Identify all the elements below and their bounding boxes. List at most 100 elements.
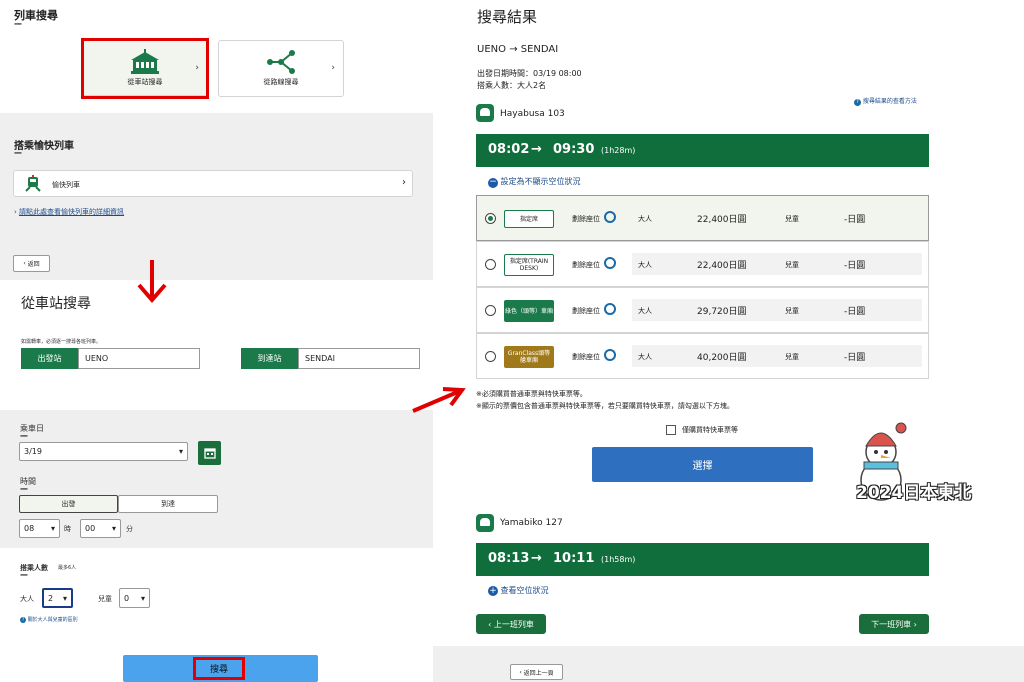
adult-price: 29,720日圓 <box>697 307 747 317</box>
limited-title: 搭乘愉快列車 <box>14 141 74 152</box>
chevron-down-icon: ▾ <box>178 447 183 456</box>
train1-name: Hayabusa 103 <box>500 109 565 119</box>
limited-title-dash: --- <box>14 148 22 157</box>
seat-available-icon[interactable] <box>604 349 616 361</box>
train2-duration: (1h58m) <box>601 555 636 564</box>
train2-time-bar: 08:13 → 10:11 (1h58m) <box>476 543 929 576</box>
seat-available-icon[interactable] <box>604 303 616 315</box>
watermark-text: 2024日本東北 <box>856 483 972 503</box>
child-price: -日圓 <box>844 261 866 271</box>
select-button[interactable]: 選擇 <box>592 447 813 482</box>
fare-row[interactable]: 指定席(TRAIN DESK) 劃餘座位 大人 22,400日圓 兒童 -日圓 <box>476 241 929 287</box>
fare-row[interactable]: GranClass頭等艙車廂 劃餘座位 大人 40,200日圓 兒童 -日圓 <box>476 333 929 379</box>
train-search-section: 列車搜尋 --- 從車站搜尋 › 從路線搜尋 › <box>0 0 433 113</box>
adult-label: 大人 <box>638 215 652 223</box>
child-label: 兒童 <box>785 261 799 269</box>
express-only-checkbox[interactable]: 僅購買特快車票等 <box>666 425 738 435</box>
route-network-icon <box>267 50 295 74</box>
next-train-button[interactable]: 下一班列車 › <box>859 614 929 634</box>
train2-depart: 08:13 <box>488 551 530 566</box>
adult-label: 大人 <box>638 353 652 361</box>
arrow-right-icon: → <box>531 551 542 566</box>
train1-duration: (1h28m) <box>601 146 636 155</box>
time-arrive-toggle[interactable]: 到達 <box>118 495 218 513</box>
fare-radio[interactable] <box>485 351 496 362</box>
help-link[interactable]: ? 搜尋結果的查看方法 <box>854 96 917 106</box>
arrive-station-label: 到達站 <box>241 348 298 369</box>
hour-select[interactable]: 08 ▾ <box>19 519 60 538</box>
highlight-box <box>81 38 209 99</box>
fare-row[interactable]: 指定席 劃餘座位 大人 22,400日圓 兒童 -日圓 <box>476 195 929 241</box>
section-title-dash: --- <box>14 19 22 28</box>
child-label: 兒童 <box>785 215 799 223</box>
date-value: 3/19 <box>24 447 42 456</box>
transfer-note: 如需轉車，必須逐一搜尋各班列車。 <box>21 339 102 345</box>
chevron-down-icon: ▾ <box>50 524 55 533</box>
tab-route-label: 從路線搜尋 <box>263 78 299 86</box>
seat-available-icon[interactable] <box>604 211 616 223</box>
view-seats-link[interactable]: + 查看空位狀況 <box>488 585 549 596</box>
fare-radio[interactable] <box>485 259 496 270</box>
back-page-label: 返回上一頁 <box>523 669 554 677</box>
child-select[interactable]: 0 ▾ <box>119 588 150 608</box>
view-seats-text: 查看空位狀況 <box>500 586 549 595</box>
plus-circle-icon: + <box>488 586 498 596</box>
fare-radio[interactable] <box>485 213 496 224</box>
fare-note-2: ※顯示的票價包含普通車票與特快車票等，若只要購買特快車票，請勾選以下方塊。 <box>476 402 734 410</box>
minute-select[interactable]: 00 ▾ <box>80 519 121 538</box>
pax-info: 搭乘人數：大人2名 <box>477 81 547 90</box>
seat-label: 劃餘座位 <box>572 307 600 315</box>
date-time-section: 乘車日 --- 3/19 ▾ 時間 --- 出發 到達 08 ▾ 時 00 ▾ 分 <box>0 410 433 548</box>
fare-radio[interactable] <box>485 305 496 316</box>
seat-label: 劃餘座位 <box>572 353 600 361</box>
child-price: -日圓 <box>844 353 866 363</box>
train1-time-bar: 08:02 → 09:30 (1h28m) <box>476 134 929 167</box>
help-link-text: 搜尋結果的查看方法 <box>862 98 917 105</box>
checkbox-icon[interactable] <box>666 425 676 435</box>
station-search-title: 從車站搜尋 <box>21 296 91 312</box>
back-button[interactable]: ‹ 返回 <box>13 255 50 272</box>
prev-train-button[interactable]: ‹ 上一班列車 <box>476 614 546 634</box>
hour-value: 08 <box>24 524 35 533</box>
time-label-dash: --- <box>20 484 28 493</box>
seat-available-icon[interactable] <box>604 257 616 269</box>
fare-badge: 指定席(TRAIN DESK) <box>504 254 554 276</box>
pax-link-text: 關於大人與兒童的區別 <box>27 617 78 623</box>
arrow-right-icon: → <box>531 142 542 157</box>
time-depart-toggle[interactable]: 出發 <box>19 495 118 513</box>
toggle-seat-text: 設定為不顯示空位狀況 <box>500 177 581 186</box>
depart-station-label: 出發站 <box>21 348 78 369</box>
pax-info-link[interactable]: ? 關於大人與兒童的區別 <box>20 616 78 623</box>
route-to: SENDAI <box>520 44 559 55</box>
minute-unit: 分 <box>126 525 133 533</box>
date-select[interactable]: 3/19 ▾ <box>19 442 188 461</box>
limited-link-text: 請點此處查看愉快列車的詳細資訊 <box>19 208 125 216</box>
arrive-station-input[interactable]: SENDAI <box>298 348 420 369</box>
chevron-down-icon: ▾ <box>62 593 67 603</box>
adult-value: 2 <box>48 593 54 603</box>
seat-label: 劃餘座位 <box>572 215 600 223</box>
passenger-section: 搭乘人數 最多6人 --- 大人 2 ▾ 兒童 0 ▾ ? 關於大人與兒童的區別 搜… <box>0 548 433 682</box>
footer-bar: ‹ 返回上一頁 <box>433 646 1024 682</box>
limited-express-section: 搭乘愉快列車 --- 愉快列車 › › 請點此處查看愉快列車的詳細資訊 ‹ 返回 <box>0 113 433 280</box>
back-page-button[interactable]: ‹ 返回上一頁 <box>510 664 563 680</box>
train2-name: Yamabiko 127 <box>500 518 563 528</box>
limited-detail-link[interactable]: › 請點此處查看愉快列車的詳細資訊 <box>14 207 124 217</box>
prev-label: 上一班列車 <box>493 619 534 629</box>
child-price: -日圓 <box>844 307 866 317</box>
tab-search-by-route[interactable]: 從路線搜尋 › <box>218 40 344 97</box>
depart-station-input[interactable]: UENO <box>78 348 200 369</box>
train-icon <box>476 514 494 532</box>
calendar-button[interactable] <box>198 441 221 465</box>
pax-max: 最多6人 <box>58 565 77 571</box>
chevron-right-icon: › <box>402 177 406 188</box>
search-button[interactable]: 搜尋 <box>123 655 318 682</box>
adult-select[interactable]: 2 ▾ <box>42 588 73 608</box>
adult-label: 大人 <box>638 261 652 269</box>
pax-label-dash: --- <box>20 570 28 579</box>
back-label: 返回 <box>27 261 40 268</box>
fare-row[interactable]: 綠色（頭等）車廂 劃餘座位 大人 29,720日圓 兒童 -日圓 <box>476 287 929 333</box>
limited-express-item[interactable]: 愉快列車 › <box>13 170 413 197</box>
toggle-seat-link[interactable]: − 設定為不顯示空位狀況 <box>488 176 581 188</box>
minute-value: 00 <box>85 524 96 533</box>
